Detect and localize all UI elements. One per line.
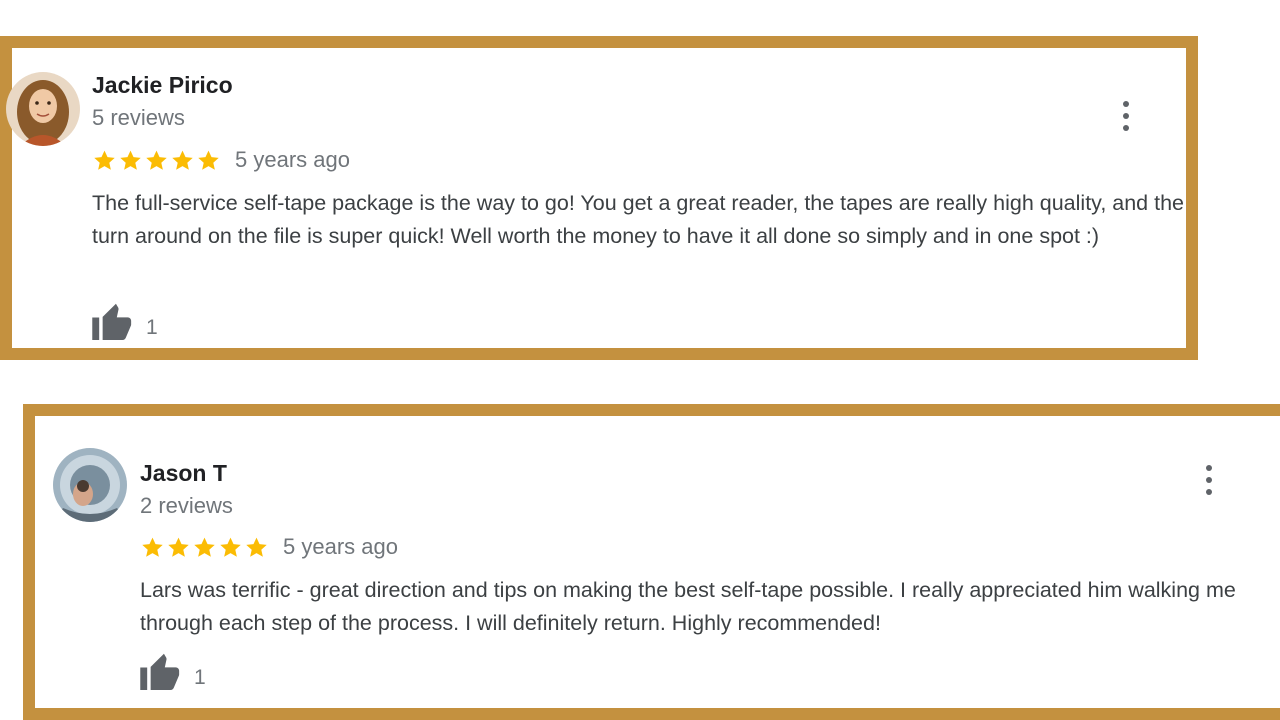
review-card: Jackie Pirico 5 reviews 5 years ago The …: [0, 36, 1198, 360]
review-text: Lars was terrific - great direction and …: [140, 578, 1236, 635]
like-count: 1: [194, 666, 206, 689]
star-icon: [194, 537, 215, 557]
review-date: 5 years ago: [283, 534, 398, 559]
review-card: Jason T 2 reviews 5 years ago Lars was t…: [23, 404, 1280, 720]
star-icon: [146, 150, 167, 170]
person-photo-icon: [53, 448, 127, 522]
star-icon: [172, 150, 193, 170]
star-icon: [198, 150, 219, 170]
reviewer-name[interactable]: Jackie Pirico: [92, 72, 233, 99]
more-options-button[interactable]: [1203, 465, 1215, 495]
review-date: 5 years ago: [235, 147, 350, 172]
star-icon: [246, 537, 267, 557]
reviewer-review-count: 5 reviews: [92, 105, 185, 130]
star-icon: [94, 150, 115, 170]
person-photo-icon: [6, 72, 80, 146]
reviewer-name[interactable]: Jason T: [140, 460, 227, 487]
more-options-button[interactable]: [1120, 101, 1132, 131]
star-icon: [168, 537, 189, 557]
more-vertical-icon: [1123, 101, 1129, 107]
rating-row: 5 years ago: [140, 534, 398, 560]
like-button[interactable]: 1: [140, 652, 206, 690]
star-rating: [140, 535, 269, 560]
star-icon: [120, 150, 141, 170]
star-rating: [92, 148, 221, 173]
reviewer-avatar[interactable]: [6, 72, 80, 146]
thumbs-up-icon: [140, 653, 180, 690]
star-icon: [220, 537, 241, 557]
reviewer-review-count: 2 reviews: [140, 493, 233, 518]
star-icon: [142, 537, 163, 557]
like-count: 1: [146, 316, 158, 339]
more-vertical-icon: [1206, 465, 1212, 471]
rating-row: 5 years ago: [92, 147, 350, 173]
thumbs-up-icon: [92, 303, 132, 340]
reviewer-avatar[interactable]: [53, 448, 127, 522]
review-text: The full-service self-tape package is th…: [92, 191, 1184, 248]
like-button[interactable]: 1: [92, 302, 158, 340]
